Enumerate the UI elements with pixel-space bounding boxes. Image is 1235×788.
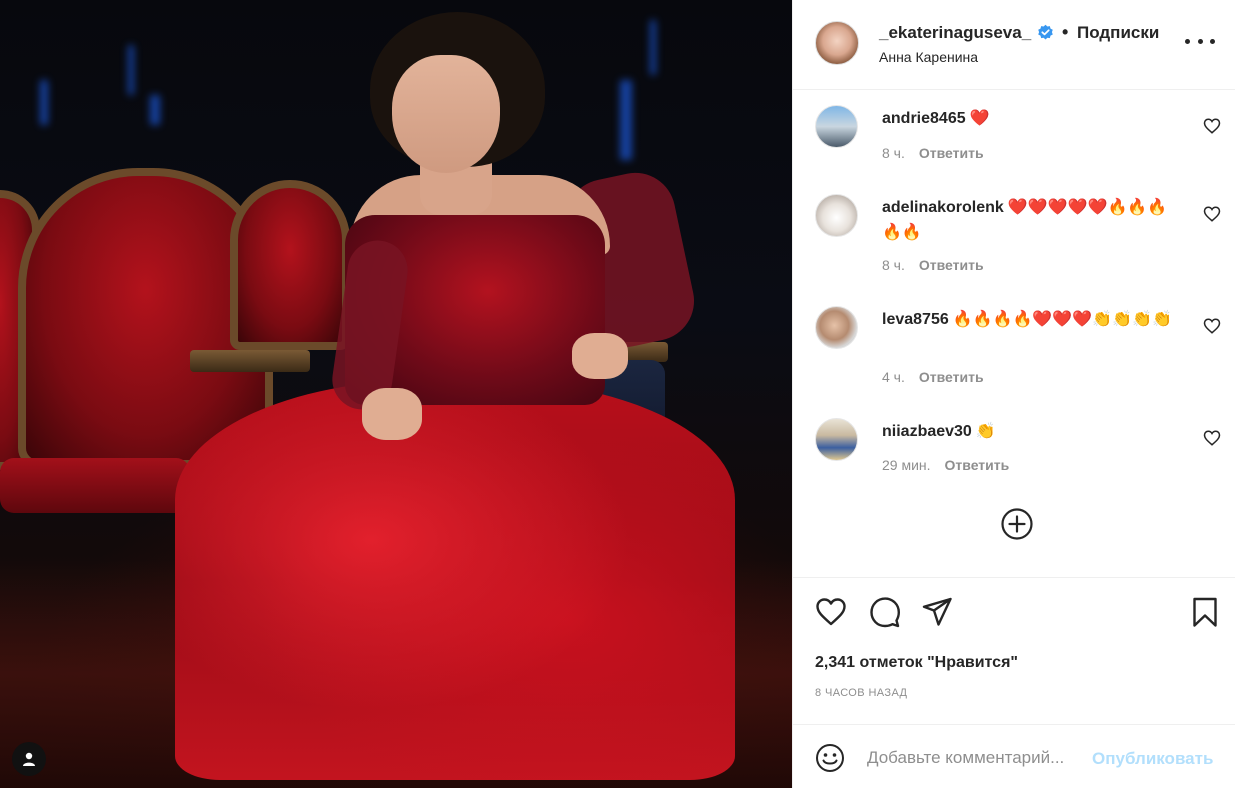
comment-body: 🔥🔥🔥🔥❤️❤️❤️👏👏👏👏	[952, 309, 1172, 328]
reply-button[interactable]: Ответить	[945, 457, 1010, 473]
heart-icon[interactable]	[1203, 117, 1221, 135]
reply-button[interactable]: Ответить	[919, 145, 984, 161]
commenter-avatar[interactable]	[815, 418, 858, 461]
comment-time[interactable]: 29 мин.	[882, 457, 931, 473]
comment-text: andrie8465 ❤️	[882, 106, 1182, 131]
verified-badge-icon	[1038, 24, 1053, 40]
hand	[362, 388, 422, 440]
share-icon[interactable]	[921, 596, 953, 628]
plus-circle-icon[interactable]	[1000, 507, 1034, 541]
hand	[572, 333, 628, 379]
post-header: _ekaterinaguseva_ • Подписки Анна Карени…	[793, 0, 1235, 90]
separator-dot: •	[1062, 22, 1069, 42]
comment-text: leva8756 🔥🔥🔥🔥❤️❤️❤️👏👏👏👏	[882, 307, 1182, 332]
user-icon	[23, 752, 35, 766]
author-username[interactable]: _ekaterinaguseva_	[879, 23, 1031, 43]
commenter-avatar[interactable]	[815, 306, 858, 349]
post-timestamp[interactable]: 8 часов назад	[815, 687, 907, 699]
comment-input[interactable]	[867, 744, 1087, 772]
comment-meta: 8 ч. Ответить	[882, 145, 984, 161]
emoji-icon[interactable]	[815, 743, 845, 773]
reply-button[interactable]: Ответить	[919, 257, 984, 273]
comment-body: ❤️	[969, 108, 990, 127]
red-gown-skirt	[175, 380, 735, 780]
commenter-username[interactable]: andrie8465	[882, 110, 966, 127]
post-photo[interactable]	[0, 0, 792, 788]
commenter-username[interactable]: adelinakorolenk	[882, 199, 1004, 216]
reply-button[interactable]: Ответить	[919, 369, 984, 385]
comment-body: 👏	[975, 421, 996, 440]
heart-icon[interactable]	[815, 596, 847, 628]
theatre-chair	[230, 180, 350, 350]
more-dot	[1185, 38, 1190, 44]
comment-text: adelinakorolenk ❤️❤️❤️❤️❤️🔥🔥🔥🔥🔥	[882, 195, 1182, 245]
bookmark-icon[interactable]	[1189, 596, 1221, 628]
comment-time[interactable]: 8 ч.	[882, 145, 905, 161]
post-actions: 2,341 отметок "Нравится" 8 часов назад	[793, 577, 1235, 725]
following-button[interactable]: Подписки	[1077, 23, 1159, 43]
add-comment-bar: Опубликовать	[793, 726, 1235, 788]
stage-light	[620, 80, 632, 160]
comment-meta: 8 ч. Ответить	[882, 257, 984, 273]
heart-icon[interactable]	[1203, 205, 1221, 223]
more-options-icon[interactable]	[1185, 31, 1215, 51]
stage-light	[150, 95, 160, 125]
more-dot	[1197, 38, 1203, 44]
commenter-avatar[interactable]	[815, 194, 858, 237]
tagged-users-button[interactable]	[12, 742, 46, 776]
face	[392, 55, 500, 173]
commenter-username[interactable]: niiazbaev30	[882, 423, 972, 440]
likes-count[interactable]: 2,341 отметок "Нравится"	[815, 654, 1018, 672]
stage-light	[128, 45, 134, 95]
stage-light	[40, 80, 48, 125]
comment-time[interactable]: 8 ч.	[882, 257, 905, 273]
heart-icon[interactable]	[1203, 429, 1221, 447]
comment-icon[interactable]	[869, 596, 901, 628]
post-side-panel: _ekaterinaguseva_ • Подписки Анна Карени…	[792, 0, 1235, 788]
publish-button[interactable]: Опубликовать	[1092, 749, 1213, 769]
comment-time[interactable]: 4 ч.	[882, 369, 905, 385]
stage-light	[650, 20, 656, 75]
chair-seat	[0, 458, 190, 513]
commenter-username[interactable]: leva8756	[882, 311, 949, 328]
comment-text: niiazbaev30 👏	[882, 419, 1182, 444]
comments-list: andrie8465 ❤️ 8 ч. Ответить adelinakorolen…	[793, 91, 1235, 577]
more-dot	[1210, 38, 1215, 44]
comment-meta: 29 мин. Ответить	[882, 457, 1009, 473]
commenter-avatar[interactable]	[815, 105, 858, 148]
comment-meta: 4 ч. Ответить	[882, 369, 984, 385]
post-location[interactable]: Анна Каренина	[879, 49, 978, 65]
author-avatar[interactable]	[815, 21, 859, 65]
heart-icon[interactable]	[1203, 317, 1221, 335]
chair-armrest	[190, 350, 310, 372]
